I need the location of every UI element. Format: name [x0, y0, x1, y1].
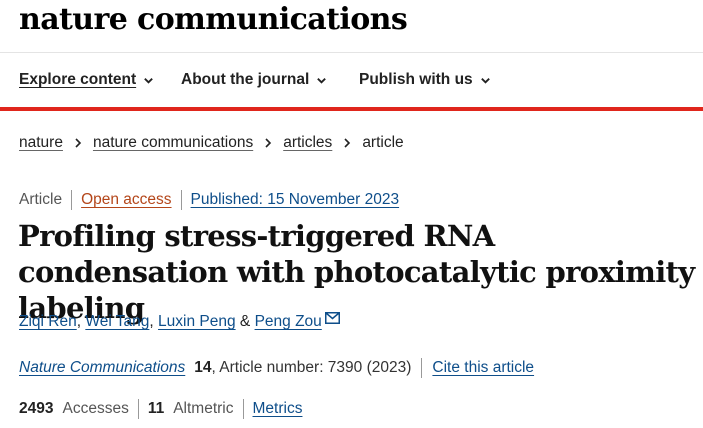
- article-type: Article: [19, 191, 63, 208]
- article-metrics: 2493 Accesses 11 Altmetric Metrics: [19, 399, 302, 419]
- accent-rule: [0, 107, 703, 111]
- altmetric-label: Altmetric: [173, 400, 234, 417]
- open-access-link[interactable]: Open access: [81, 191, 171, 209]
- author-separator: ,: [76, 313, 82, 330]
- breadcrumb-articles[interactable]: articles: [283, 134, 332, 152]
- author-list: Ziqi Ren, Wei Tang, Luxin Peng & Peng Zo…: [19, 312, 340, 331]
- chevron-right-icon: [75, 138, 82, 148]
- citation-divider: [421, 358, 423, 378]
- chevron-down-icon: [144, 77, 153, 84]
- accesses-count: 2493: [19, 400, 54, 417]
- cite-this-article-link[interactable]: Cite this article: [432, 359, 534, 377]
- chevron-down-icon: [317, 77, 327, 84]
- meta-divider: [71, 190, 73, 210]
- author-link[interactable]: Ziqi Ren: [19, 313, 77, 331]
- altmetric-count: 11: [147, 400, 165, 417]
- main-nav: Explore content About the journal Publis…: [0, 53, 703, 107]
- citation-line: Nature Communications 14, Article number…: [19, 358, 534, 378]
- nav-publish-with-us-label: Publish with us: [359, 71, 473, 88]
- meta-divider: [180, 190, 182, 210]
- chevron-right-icon: [344, 138, 351, 148]
- article-meta: Article Open access Published: 15 Novemb…: [19, 190, 399, 210]
- site-logo[interactable]: nature communications: [19, 2, 408, 37]
- author-separator: ,: [149, 313, 154, 330]
- journal-link[interactable]: Nature Communications: [19, 359, 185, 377]
- nav-explore-content-label: Explore content: [19, 71, 137, 88]
- author-link[interactable]: Wei Tang: [85, 313, 149, 331]
- breadcrumb: nature nature communications articles ar…: [19, 134, 404, 152]
- chevron-right-icon: [265, 138, 272, 148]
- published-date-link[interactable]: Published: 15 November 2023: [191, 191, 400, 209]
- nav-about-journal-label: About the journal: [181, 71, 310, 88]
- nav-explore-content[interactable]: Explore content: [19, 71, 154, 89]
- accesses-label: Accesses: [62, 400, 129, 417]
- journal-volume: 14: [194, 359, 212, 376]
- article-title: Profiling stress-triggered RNA condensat…: [18, 219, 695, 325]
- breadcrumb-current: article: [362, 134, 404, 151]
- article-number: , Article number: 7390 (2023): [211, 359, 412, 376]
- breadcrumb-nature[interactable]: nature: [19, 134, 63, 152]
- metrics-link[interactable]: Metrics: [253, 400, 303, 418]
- metrics-divider: [242, 399, 244, 419]
- nav-about-journal[interactable]: About the journal: [181, 71, 327, 89]
- chevron-down-icon: [480, 77, 490, 84]
- author-link[interactable]: Peng Zou: [255, 313, 322, 331]
- mail-icon[interactable]: [324, 312, 340, 324]
- metrics-divider: [137, 399, 139, 419]
- author-and: &: [239, 313, 251, 330]
- nav-publish-with-us[interactable]: Publish with us: [359, 71, 491, 89]
- breadcrumb-nature-communications[interactable]: nature communications: [93, 134, 253, 152]
- site-header: nature communications: [0, 0, 703, 52]
- author-link[interactable]: Luxin Peng: [158, 313, 236, 331]
